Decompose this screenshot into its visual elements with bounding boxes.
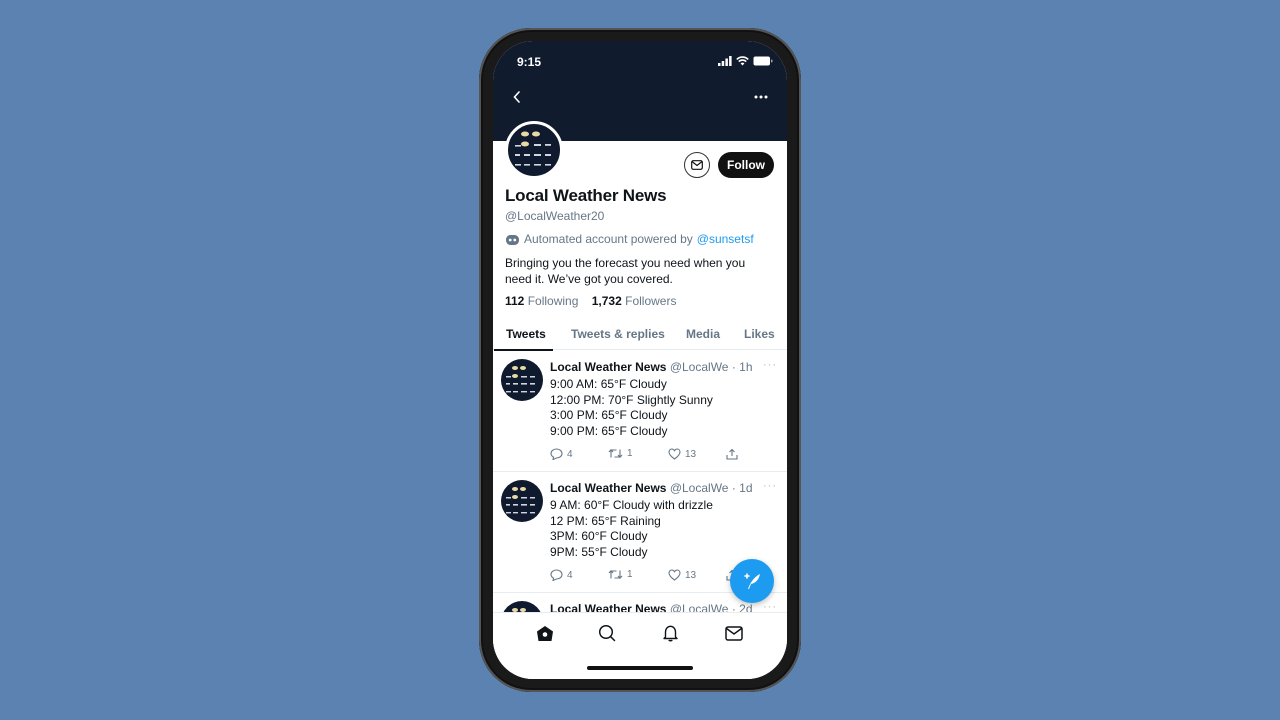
tweet-body: 9 AM: 60°F Cloudy with drizzle 12 PM: 65…	[550, 498, 713, 560]
retweet-count: 1	[627, 569, 633, 580]
tweet-line: 9 AM: 60°F Cloudy with drizzle	[550, 498, 713, 512]
more-options-button[interactable]	[749, 85, 773, 109]
nav-messages[interactable]	[724, 623, 744, 643]
bell-icon	[662, 625, 678, 642]
profile-avatar[interactable]	[505, 121, 563, 179]
retweet-button[interactable]: 1	[608, 448, 633, 459]
tweet-meta: @LocalWe · 1h	[669, 360, 753, 374]
following-link[interactable]: 112 Following	[505, 294, 578, 308]
tweet-line: 12:00 PM: 70°F Slightly Sunny	[550, 392, 713, 407]
weather-pattern-icon	[506, 487, 535, 514]
tweet-body: 9:00 AM: 65°F Cloudy 12:00 PM: 70°F Slig…	[550, 377, 713, 439]
profile-tabs: Tweets Tweets & replies Media Likes	[493, 318, 787, 351]
envelope-icon	[725, 625, 743, 641]
more-horizontal-icon	[754, 95, 768, 99]
profile-name: Local Weather News	[505, 186, 667, 205]
reply-icon	[550, 448, 563, 460]
tweet-line: 9:00 PM: 65°F Cloudy	[550, 423, 668, 438]
tab-tweets[interactable]: Tweets	[494, 318, 553, 351]
nav-search[interactable]	[597, 623, 617, 643]
tweet-actions: 4 1 13	[550, 448, 750, 464]
retweet-button[interactable]: 1	[608, 569, 633, 580]
phone-screen: 9:15 Follow Local Weather News @LocalWea…	[493, 41, 787, 679]
automated-owner-link[interactable]: @sunsetsf	[697, 232, 754, 246]
profile-stats: 112 Following 1,732 Followers	[505, 294, 676, 308]
tweet-line: 12 PM: 65°F Raining	[550, 513, 661, 528]
status-time: 9:15	[517, 55, 542, 69]
like-count: 13	[685, 569, 697, 581]
reply-count: 4	[567, 448, 573, 460]
following-label: Following	[527, 294, 579, 308]
message-button[interactable]	[684, 152, 710, 178]
share-button[interactable]	[726, 448, 738, 460]
tweet-more-icon[interactable]: ···	[763, 359, 777, 371]
followers-label: Followers	[625, 294, 677, 308]
battery-icon	[753, 56, 773, 66]
compose-feather-icon	[744, 573, 760, 589]
tweet-more-icon[interactable]: ···	[763, 480, 777, 492]
reply-icon	[550, 569, 563, 581]
retweet-icon	[608, 569, 623, 580]
tab-media[interactable]: Media	[686, 318, 720, 350]
reply-count: 4	[567, 569, 573, 581]
tweet-item[interactable]: Local Weather News @LocalWe · 1h ··· 9:0…	[493, 351, 787, 472]
follow-button[interactable]: Follow	[718, 152, 774, 178]
automated-text: Automated account powered by	[524, 232, 693, 246]
search-icon	[598, 624, 616, 642]
heart-icon	[668, 569, 681, 581]
tweet-header: Local Weather News @LocalWe · 1h	[550, 360, 753, 374]
tab-likes[interactable]: Likes	[744, 318, 775, 350]
phone-frame: 9:15 Follow Local Weather News @LocalWea…	[479, 28, 801, 692]
automated-account-label: Automated account powered by @sunsetsf	[505, 232, 754, 246]
tab-tweets-replies[interactable]: Tweets & replies	[571, 318, 665, 350]
tweet-line: 3:00 PM: 65°F Cloudy	[550, 408, 668, 423]
followers-link[interactable]: 1,732 Followers	[592, 294, 677, 308]
reply-button[interactable]: 4	[550, 448, 573, 460]
retweet-icon	[608, 448, 623, 459]
tweet-author-name[interactable]: Local Weather News	[550, 360, 666, 374]
back-button[interactable]	[505, 85, 529, 109]
tweet-line: 9:00 AM: 65°F Cloudy	[550, 377, 667, 391]
weather-pattern-icon	[515, 131, 551, 166]
tweet-header: Local Weather News @LocalWe · 1d	[550, 481, 753, 495]
followers-count: 1,732	[591, 294, 622, 308]
home-indicator[interactable]	[587, 666, 693, 670]
wifi-icon	[736, 56, 749, 66]
tweet-avatar[interactable]	[501, 359, 543, 401]
robot-icon	[506, 234, 519, 245]
profile-bio: Bringing you the forecast you need when …	[505, 256, 746, 286]
weather-pattern-icon	[506, 366, 535, 393]
compose-tweet-button[interactable]	[730, 559, 774, 603]
retweet-count: 1	[627, 448, 633, 459]
cellular-signal-icon	[718, 56, 732, 66]
home-icon	[537, 625, 553, 641]
heart-icon	[668, 448, 681, 460]
like-count: 13	[685, 448, 697, 460]
tweet-line: 3PM: 60°F Cloudy	[550, 529, 648, 544]
tweet-author-name[interactable]: Local Weather News	[550, 481, 666, 495]
status-bar: 9:15	[493, 54, 787, 72]
like-button[interactable]: 13	[668, 569, 696, 581]
like-button[interactable]: 13	[668, 448, 696, 460]
reply-button[interactable]: 4	[550, 569, 573, 581]
tweet-meta: @LocalWe · 1d	[669, 481, 753, 495]
tweet-actions: 4 1 13	[550, 569, 750, 585]
nav-home[interactable]	[535, 623, 555, 643]
profile-handle: @LocalWeather20	[505, 209, 605, 223]
envelope-icon	[691, 160, 703, 170]
share-icon	[726, 448, 738, 460]
tweet-avatar[interactable]	[501, 480, 543, 522]
nav-notifications[interactable]	[660, 623, 680, 643]
following-count: 112	[505, 294, 525, 308]
chevron-left-icon	[513, 91, 520, 103]
tweet-line: 9PM: 55°F Cloudy	[550, 544, 648, 559]
